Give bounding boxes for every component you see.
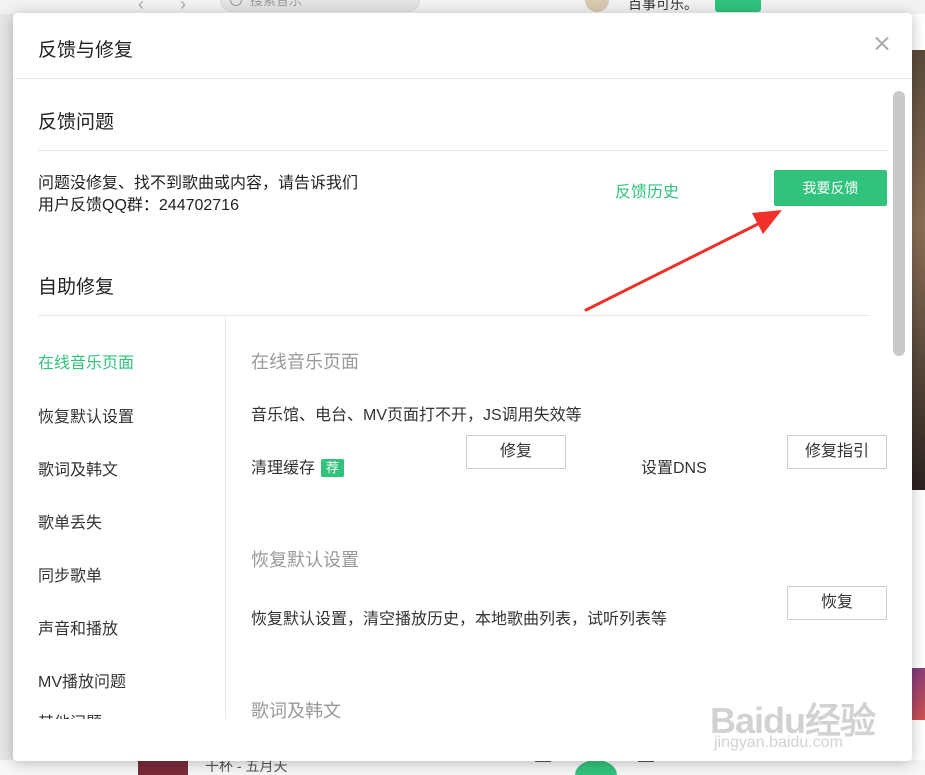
next-icon[interactable] — [638, 760, 654, 775]
album-cover[interactable] — [138, 760, 188, 775]
restore-button[interactable]: 恢复 — [787, 586, 887, 620]
player-bar: 干杯 - 五月天 — [0, 760, 925, 775]
clear-cache-label: 清理缓存荐 — [251, 454, 345, 478]
baidu-watermark: Baidu经验 jingyan.baidu.com — [706, 672, 886, 762]
watermark-sub: jingyan.baidu.com — [714, 734, 843, 751]
panel-description: 音乐馆、电台、MV页面打不开，JS调用失效等 — [251, 407, 582, 424]
feedback-history-link[interactable]: 反馈历史 — [615, 178, 679, 202]
feedback-section-title: 反馈问题 — [38, 112, 115, 133]
previous-icon[interactable] — [535, 760, 551, 775]
nav-item-sound-playback[interactable]: 声音和播放 — [38, 615, 118, 639]
nav-item-lyrics-korean[interactable]: 歌词及韩文 — [38, 456, 118, 480]
dns-label: 设置DNS — [641, 460, 707, 477]
playlist-cover[interactable] — [911, 668, 925, 720]
nav-item-online-music[interactable]: 在线音乐页面 — [38, 349, 134, 373]
clear-cache-text: 清理缓存 — [251, 460, 316, 477]
repair-category-nav: 在线音乐页面 恢复默认设置 歌词及韩文 歌单丢失 同步歌单 声音和播放 MV播放… — [13, 315, 226, 719]
self-repair-section-title: 自助修复 — [38, 277, 115, 298]
divider — [38, 150, 889, 151]
app-top-bar: ‹ › 搜索音乐 百事可乐。 — [0, 0, 925, 14]
nav-item-playlist-lost[interactable]: 歌单丢失 — [38, 509, 102, 533]
submit-feedback-button[interactable]: 我要反馈 — [774, 170, 887, 206]
nav-item-mv-playback[interactable]: MV播放问题 — [38, 668, 126, 692]
panel-description: 恢复默认设置，清空播放历史，本地歌曲列表，试听列表等 — [251, 611, 668, 628]
avatar[interactable] — [585, 0, 609, 12]
nav-item-sync-playlist[interactable]: 同步歌单 — [38, 562, 102, 586]
repair-guide-button[interactable]: 修复指引 — [787, 435, 887, 469]
panel-title: 在线音乐页面 — [251, 352, 359, 372]
panel-title: 歌词及韩文 — [251, 701, 341, 721]
now-playing-title: 干杯 - 五月天 — [205, 760, 288, 774]
user-name[interactable]: 百事可乐。 — [628, 0, 698, 14]
feedback-repair-dialog: 反馈与修复 反馈问题 问题没修复、找不到歌曲或内容，请告诉我们 用户反馈QQ群：… — [13, 13, 912, 761]
nav-item-other[interactable]: 其他问题 — [38, 709, 102, 719]
recommend-badge: 荐 — [321, 459, 345, 477]
nav-item-restore-defaults[interactable]: 恢复默认设置 — [38, 403, 134, 427]
vip-badge[interactable] — [715, 0, 761, 12]
dialog-title: 反馈与修复 — [38, 40, 134, 61]
dialog-header: 反馈与修复 — [13, 13, 912, 79]
repair-button[interactable]: 修复 — [466, 435, 566, 469]
feedback-description: 问题没修复、找不到歌曲或内容，请告诉我们 用户反馈QQ群：244702716 — [38, 175, 359, 214]
banner-image[interactable] — [911, 50, 925, 490]
play-button[interactable] — [575, 760, 617, 775]
search-input[interactable]: 搜索音乐 — [220, 0, 420, 12]
scrollbar[interactable] — [893, 91, 905, 356]
panel-title: 恢复默认设置 — [251, 550, 359, 570]
close-icon[interactable] — [870, 32, 894, 56]
back-arrow-icon[interactable]: ‹ — [138, 0, 144, 14]
forward-arrow-icon[interactable]: › — [180, 0, 186, 14]
